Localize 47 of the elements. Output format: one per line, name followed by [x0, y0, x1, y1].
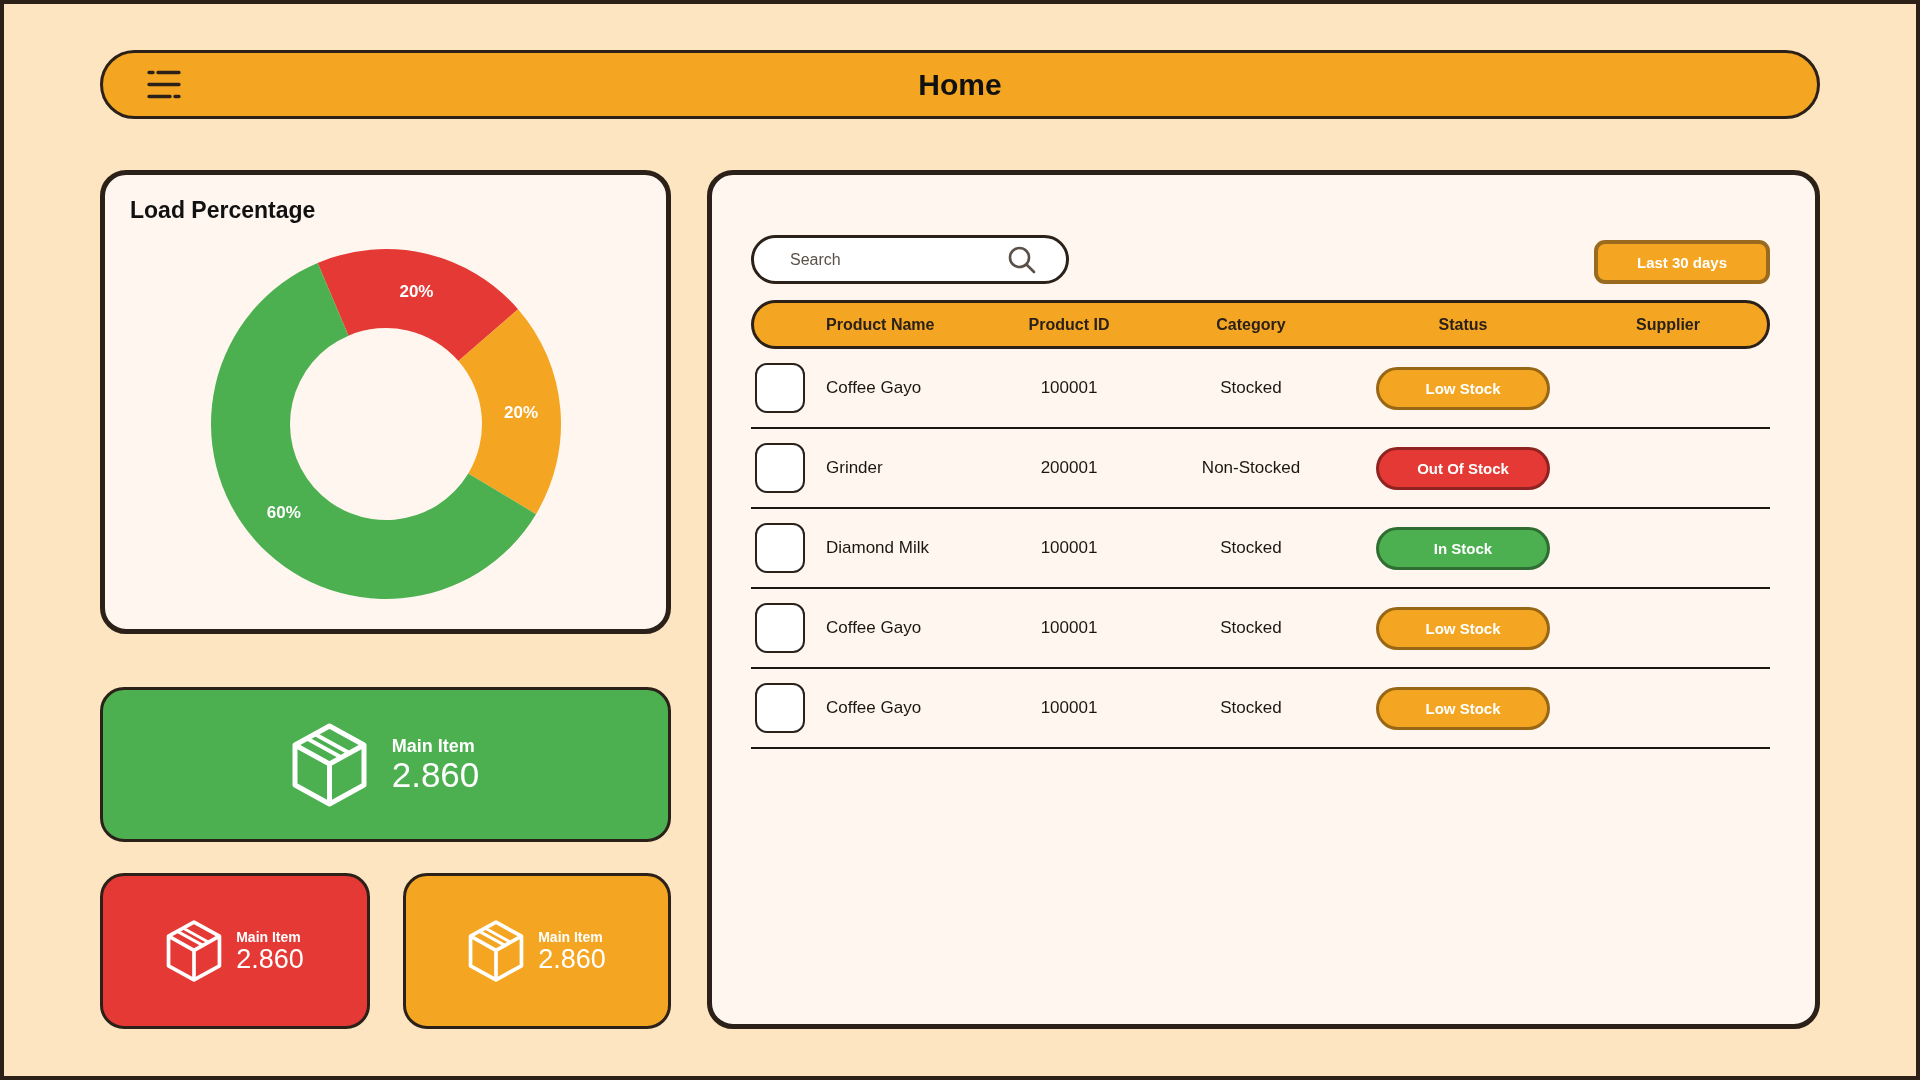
menu-icon[interactable]	[147, 70, 181, 99]
column-header[interactable]: Status	[1438, 315, 1488, 334]
table-cell: 100001	[1040, 538, 1098, 558]
table-cell: Diamond Milk	[826, 538, 929, 558]
search-field[interactable]: Search	[751, 235, 1069, 284]
status-badge: Low Stock	[1376, 686, 1550, 730]
box-icon	[291, 722, 367, 807]
table-cell: Stocked	[1220, 378, 1282, 398]
status-badge: Low Stock	[1376, 606, 1550, 650]
slice-label: 20%	[503, 402, 538, 422]
status-badge: In Stock	[1376, 526, 1550, 570]
box-icon	[468, 920, 525, 982]
table-cell: Non-Stocked	[1201, 458, 1301, 478]
column-header[interactable]: Product Name	[826, 315, 935, 334]
stat-value: 2.860	[236, 944, 304, 974]
slice-label: 20%	[398, 282, 433, 302]
stat-label: Main Item	[236, 928, 302, 945]
row-checkbox[interactable]	[755, 603, 805, 653]
status-badge: Out Of Stock	[1376, 446, 1550, 490]
stat-value: 2.860	[391, 756, 480, 794]
table-cell: 100001	[1040, 378, 1098, 398]
table-cell: Coffee Gayo	[826, 378, 922, 398]
table-cell: 100001	[1040, 618, 1098, 638]
table-cell: Coffee Gayo	[826, 698, 922, 718]
table-cell: 200001	[1040, 458, 1098, 478]
table-cell: 100001	[1040, 698, 1098, 718]
column-header[interactable]: Category	[1216, 315, 1286, 334]
search-icon	[1008, 246, 1036, 274]
table-cell: Stocked	[1220, 618, 1282, 638]
row-checkbox[interactable]	[755, 683, 805, 733]
status-badge: Low Stock	[1376, 366, 1550, 410]
column-header[interactable]: Product ID	[1028, 315, 1110, 334]
page-title: Home	[918, 67, 1002, 102]
card-title: Load Percentage	[130, 197, 316, 224]
column-header[interactable]: Supplier	[1636, 315, 1700, 334]
row-checkbox[interactable]	[755, 523, 805, 573]
row-checkbox[interactable]	[755, 363, 805, 413]
row-checkbox[interactable]	[755, 443, 805, 493]
box-icon	[166, 920, 223, 982]
stat-value: 2.860	[538, 944, 606, 974]
stat-label: Main Item	[538, 928, 604, 945]
table-cell: Stocked	[1220, 698, 1282, 718]
slice-label: 60%	[266, 503, 301, 523]
stat-label: Main Item	[391, 735, 476, 757]
table-cell: Coffee Gayo	[826, 618, 922, 638]
table-cell: Grinder	[826, 458, 883, 478]
table-cell: Stocked	[1220, 538, 1282, 558]
